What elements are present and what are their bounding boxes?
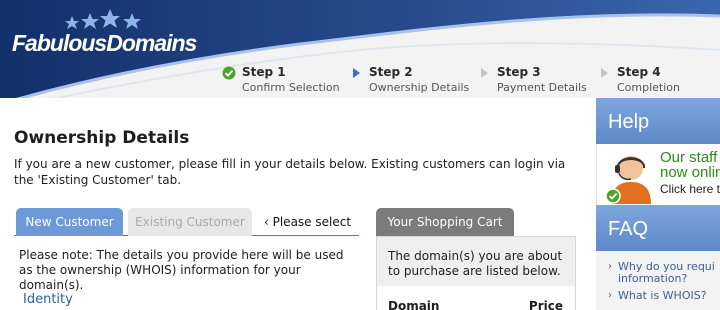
sidebar: Help Our staff a now onlin Click here to… [596,98,720,310]
whois-note: Please note: The details you provide her… [19,248,344,292]
step-number: Step 2 [369,65,413,79]
logo-wordmark: FabulousDomains [12,30,197,56]
support-agent-icon [605,156,651,204]
cart-column-domain: Domain [388,299,440,310]
live-help-banner[interactable]: Our staff a now onlin Click here to [596,144,720,205]
tab-new-customer[interactable]: New Customer [16,208,123,236]
step-label: Completion [617,81,681,94]
chevron-right-icon: › [608,261,612,272]
fabulousdomains-logo[interactable]: FabulousDomains [10,6,197,60]
step-label: Confirm Selection [242,81,340,94]
step-number: Step 3 [497,65,541,79]
checkmark-circle-icon [222,66,236,80]
arrow-right-icon [481,68,488,78]
step-label: Payment Details [497,81,587,94]
identity-heading: Identity [23,292,73,307]
shopping-cart-tab[interactable]: Your Shopping Cart [376,208,514,236]
checkout-steps: Step 1 Confirm Selection Step 2 Ownershi… [0,64,720,98]
arrow-right-icon [353,68,360,78]
help-link[interactable]: Click here to [660,182,720,196]
faq-heading: FAQ [596,205,720,251]
customer-tabs: New Customer Existing Customer ‹ Please … [14,208,359,236]
faq-item[interactable]: › What is WHOIS? [596,290,720,302]
help-heading: Help [596,98,720,144]
chevron-right-icon: › [608,290,612,301]
step-label: Ownership Details [369,81,470,94]
intro-text: If you are a new customer, please fill i… [14,157,566,187]
shopping-cart-panel: The domain(s) you are about to purchase … [376,236,576,310]
cart-column-price: Price [528,299,563,310]
step-number: Step 1 [242,65,286,79]
step-number: Step 4 [617,65,661,79]
site-header: FabulousDomains Step 1 Confirm Selection… [0,0,720,98]
faq-item[interactable]: › Why do you requi information? [596,261,720,285]
faq-item-label: What is WHOIS? [618,289,707,302]
tab-hint: ‹ Please select [264,215,352,229]
arrow-right-icon [601,68,608,78]
faq-item-label: information? [618,272,688,285]
faq-list: › Why do you requi information? › What i… [596,251,720,310]
page-title: Ownership Details [14,128,190,148]
logo-stars-icon [65,9,141,29]
cart-message: The domain(s) you are about to purchase … [377,237,575,286]
help-line: now onlin [660,164,720,181]
tab-existing-customer[interactable]: Existing Customer [128,208,252,236]
